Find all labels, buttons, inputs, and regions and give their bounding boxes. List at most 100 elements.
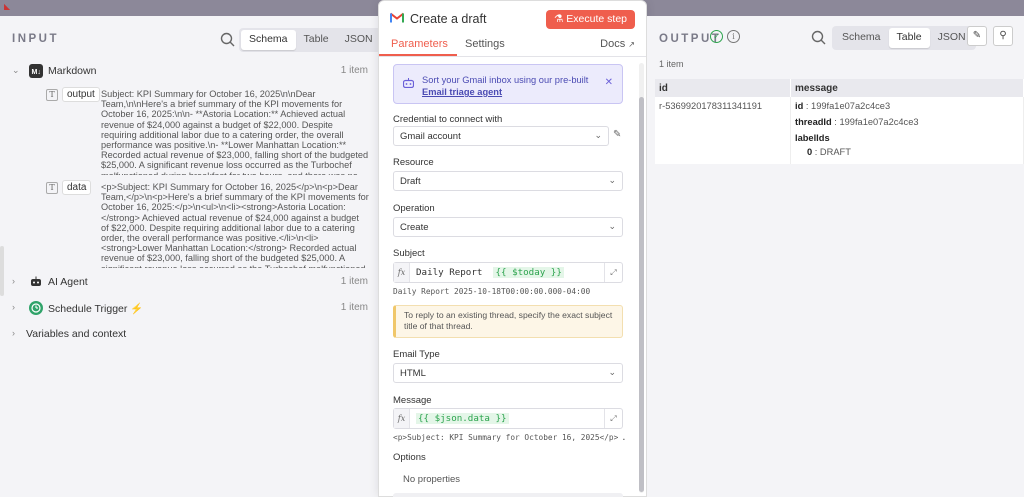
- docs-label: Docs: [600, 38, 626, 50]
- label-index: 0: [807, 147, 813, 157]
- options-label: Options: [393, 452, 426, 463]
- chevron-down-icon[interactable]: ⌄: [12, 65, 22, 76]
- operation-select[interactable]: Create ⌄: [393, 217, 623, 237]
- node-label: Variables and context: [26, 328, 127, 340]
- search-icon[interactable]: [218, 30, 238, 50]
- resource-value: Draft: [400, 176, 421, 187]
- subject-result: Daily Report 2025-10-18T00:00:00.000-04:…: [393, 287, 591, 296]
- node-parameters-panel: Create a draft ⚗ Execute step Parameters…: [378, 0, 647, 497]
- chevron-right-icon[interactable]: ›: [12, 328, 22, 338]
- resource-label: Resource: [393, 157, 434, 168]
- execute-step-button[interactable]: ⚗ Execute step: [545, 10, 635, 29]
- resize-handle[interactable]: [0, 246, 4, 296]
- node-label: AI Agent: [48, 276, 88, 288]
- chevron-down-icon: ⌄: [594, 130, 602, 140]
- node-tabs: Parameters Settings Docs ↗: [379, 37, 646, 57]
- svg-text:M↓: M↓: [32, 69, 41, 76]
- tree-node-schedule-trigger[interactable]: › Schedule Trigger ⚡ 1 item: [12, 300, 368, 318]
- subject-expression-text: Daily Report {{ $today }}: [416, 267, 564, 278]
- external-link-icon: ↗: [628, 40, 635, 49]
- field-value: Subject: KPI Summary for October 16, 202…: [101, 89, 369, 175]
- edit-output-icon[interactable]: ✎: [967, 26, 987, 46]
- thread-id-key: threadId: [795, 117, 832, 127]
- edit-credential-icon[interactable]: ✎: [613, 129, 621, 140]
- message-id-value: : 199fa1e07a2c4ce3: [805, 101, 891, 111]
- field-key[interactable]: T data: [46, 180, 92, 195]
- email-type-select[interactable]: HTML ⌄: [393, 363, 623, 383]
- message-result: <p>Subject: KPI Summary for October 16, …: [393, 433, 625, 442]
- field-key-name: data: [62, 180, 92, 195]
- robot-icon: [29, 275, 43, 289]
- input-view-table[interactable]: Table: [296, 30, 337, 50]
- open-expression-icon[interactable]: ⤢: [604, 409, 622, 428]
- fx-icon: fx: [394, 409, 410, 428]
- triage-agent-link[interactable]: Email triage agent: [422, 87, 502, 97]
- tree-node-ai-agent[interactable]: › AI Agent 1 item: [12, 274, 368, 292]
- field-value: <p>Subject: KPI Summary for October 16, …: [101, 182, 369, 268]
- message-expression-text: {{ $json.data }}: [416, 413, 509, 424]
- message-label: Message: [393, 395, 432, 406]
- input-panel: INPUT Schema Table JSON ⌄ M↓ Markdown 1 …: [0, 16, 383, 497]
- node-title: Create a draft: [410, 12, 487, 26]
- item-count: 1 item: [340, 65, 368, 76]
- credential-label: Credential to connect with: [393, 114, 503, 125]
- message-expression-input[interactable]: fx {{ $json.data }} ⤢: [393, 408, 623, 429]
- tree-node-markdown[interactable]: ⌄ M↓ Markdown 1 item: [12, 63, 368, 81]
- subject-static-text: Daily Report: [416, 267, 483, 278]
- tab-settings[interactable]: Settings: [465, 38, 505, 50]
- column-header-id: id: [655, 79, 791, 97]
- subject-expression-input[interactable]: fx Daily Report {{ $today }} ⤢: [393, 262, 623, 283]
- flask-icon: ⚗: [553, 13, 564, 25]
- label-value: : DRAFT: [814, 147, 851, 157]
- input-panel-title: INPUT: [12, 33, 59, 45]
- subject-label: Subject: [393, 248, 425, 259]
- notice-text: Sort your Gmail inbox using our pre-buil…: [422, 74, 588, 98]
- node-label: Markdown: [48, 65, 97, 77]
- triage-notice: Sort your Gmail inbox using our pre-buil…: [393, 64, 623, 104]
- field-key[interactable]: T output: [46, 87, 100, 102]
- column-header-message: message: [791, 79, 1024, 97]
- output-panel: OUTPUT ✓ i Schema Table JSON ✎ ⚲ 1 item …: [647, 16, 1024, 497]
- chevron-down-icon: ⌄: [608, 221, 616, 231]
- resource-select[interactable]: Draft ⌄: [393, 171, 623, 191]
- add-option-area[interactable]: [393, 493, 623, 497]
- field-key-name: output: [62, 87, 100, 102]
- open-expression-icon[interactable]: ⤢: [604, 263, 622, 282]
- pin-data-icon[interactable]: ⚲: [993, 26, 1013, 46]
- docs-link[interactable]: Docs ↗: [600, 38, 635, 50]
- message-id-entry: id : 199fa1e07a2c4ce3: [795, 101, 890, 111]
- credential-select[interactable]: Gmail account ⌄: [393, 126, 609, 146]
- success-check-icon: ✓: [710, 30, 723, 43]
- subject-expression-token: {{ $today }}: [493, 267, 564, 278]
- output-view-table[interactable]: Table: [888, 28, 930, 48]
- label-ids-entry: labelIds: [795, 133, 830, 143]
- tab-parameters[interactable]: Parameters: [391, 38, 448, 50]
- operation-label: Operation: [393, 203, 435, 214]
- fx-icon: fx: [394, 263, 410, 282]
- field-output: T output Subject: KPI Summary for Octobe…: [46, 87, 368, 175]
- chevron-right-icon[interactable]: ›: [12, 302, 22, 312]
- search-icon[interactable]: [809, 28, 829, 48]
- operation-value: Create: [400, 222, 429, 233]
- input-view-schema[interactable]: Schema: [241, 30, 296, 50]
- email-type-label: Email Type: [393, 349, 440, 360]
- email-type-value: HTML: [400, 368, 426, 379]
- scrollbar-thumb[interactable]: [639, 97, 644, 492]
- input-view-json[interactable]: JSON: [337, 30, 381, 50]
- input-panel-header: INPUT Schema Table JSON: [12, 28, 383, 52]
- credential-value: Gmail account: [400, 131, 461, 142]
- execute-step-label: Execute step: [566, 13, 627, 25]
- info-icon[interactable]: i: [727, 30, 740, 43]
- field-data: T data <p>Subject: KPI Summary for Octob…: [46, 180, 369, 270]
- close-icon[interactable]: ✕: [605, 77, 613, 88]
- chevron-right-icon[interactable]: ›: [12, 276, 22, 286]
- gmail-icon: [390, 12, 404, 23]
- chevron-down-icon: ⌄: [608, 175, 616, 185]
- label-ids-key: labelIds: [795, 133, 830, 143]
- chevron-down-icon: ⌄: [608, 367, 616, 377]
- output-view-schema[interactable]: Schema: [834, 28, 889, 48]
- message-id-key: id: [795, 101, 804, 111]
- table-cell-id: r-5369920178311341191: [655, 97, 791, 164]
- tree-node-variables[interactable]: › Variables and context: [12, 326, 368, 344]
- output-item-count: 1 item: [659, 59, 684, 69]
